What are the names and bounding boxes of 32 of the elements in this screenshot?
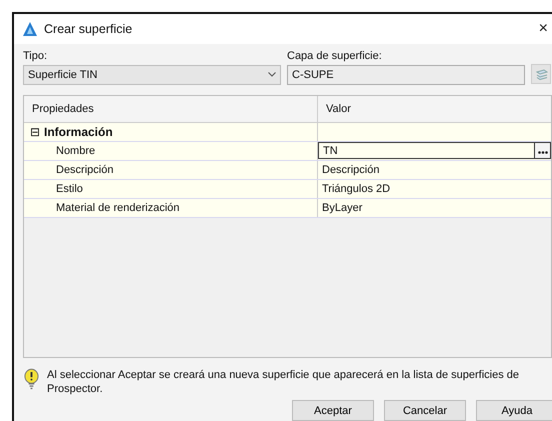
app-logo-icon [22, 20, 38, 37]
layers-icon [534, 68, 548, 80]
column-header: Propiedades [24, 96, 318, 122]
property-name: Material de renderización [56, 202, 180, 214]
property-row[interactable]: Estilo Triángulos 2D [24, 180, 551, 199]
warning-icon [24, 368, 39, 392]
property-value: Triángulos 2D [321, 182, 390, 195]
type-label: Tipo: [23, 50, 48, 62]
close-button[interactable]: × [534, 20, 552, 38]
info-message: Al seleccionar Aceptar se creará una nueva superficie que aparecerá en la lista de superficies de Prospector. [46, 368, 520, 396]
dialog-button[interactable]: Cancelar [384, 400, 466, 421]
layer-field[interactable]: C-SUPE [287, 64, 525, 85]
group-name: Información [44, 124, 113, 139]
layer-label: Capa de superficie: [287, 50, 383, 62]
property-value: ByLayer [321, 202, 362, 214]
chevron-down-icon [268, 72, 276, 78]
dialog-button[interactable]: Ayuda [476, 400, 552, 421]
property-value: Descripción [321, 164, 380, 176]
property-row[interactable]: Descripción Descripción [24, 160, 551, 180]
collapse-toggle[interactable]: ⊟ [30, 124, 40, 139]
property-name: Estilo [56, 182, 83, 195]
dots-icon [538, 150, 548, 154]
dialog-button[interactable]: Aceptar [292, 400, 374, 421]
browse-button[interactable] [534, 143, 550, 158]
property-name: Nombre [56, 144, 96, 157]
window-title: Crear superficie [44, 22, 134, 36]
property-row[interactable]: Material de renderización ByLayer [24, 198, 551, 218]
property-row[interactable]: Nombre TN [24, 142, 551, 161]
property-name: Descripción [56, 164, 114, 176]
value-field[interactable]: TN [318, 142, 551, 160]
type-dropdown[interactable]: Superficie TIN [23, 64, 281, 85]
column-header: Valor [325, 102, 352, 117]
